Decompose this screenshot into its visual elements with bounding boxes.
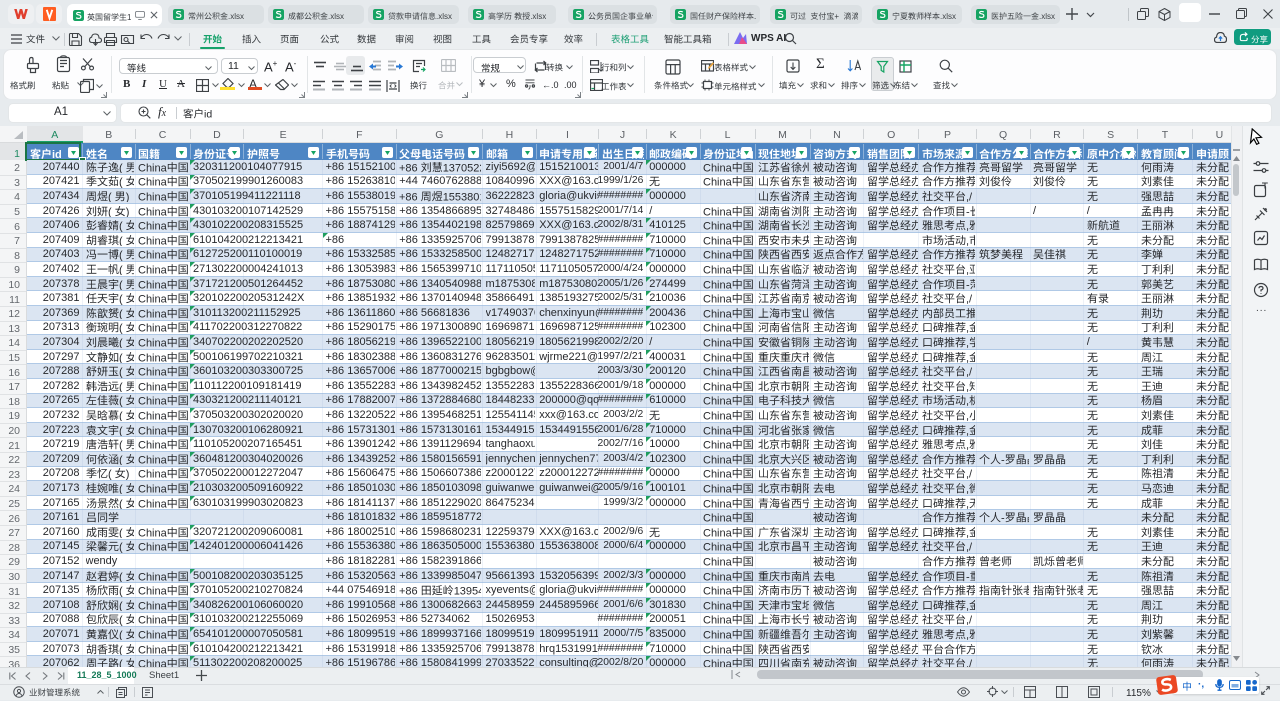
svg-text:.xlsx: .xlsx bbox=[328, 12, 344, 20]
svg-text:1: 1 bbox=[127, 13, 131, 22]
svg-text:.xlsx: .xlsx bbox=[228, 12, 244, 20]
svg-text:13954178322: 13954178322 bbox=[454, 585, 481, 596]
svg-text:13705221869: 13705221869 bbox=[443, 162, 481, 173]
svg-text:.xlsx: .xlsx bbox=[530, 12, 546, 20]
svg-text:15538019322: 15538019322 bbox=[443, 191, 481, 202]
svg-text:+86: +86 bbox=[399, 162, 418, 173]
svg-text:+86: +86 bbox=[399, 585, 418, 596]
svg-text:+_: +_ bbox=[834, 12, 844, 20]
svg-text:+86: +86 bbox=[399, 191, 418, 202]
svg-text:.xl: .xl bbox=[754, 12, 756, 20]
svg-text:id: id bbox=[204, 109, 212, 121]
svg-text:.xlsx: .xlsx bbox=[436, 12, 452, 20]
svg-text:_: _ bbox=[805, 12, 811, 20]
svg-text:.xlsx: .xlsx bbox=[1039, 12, 1055, 20]
svg-text:.xlsx: .xlsx bbox=[940, 12, 956, 20]
